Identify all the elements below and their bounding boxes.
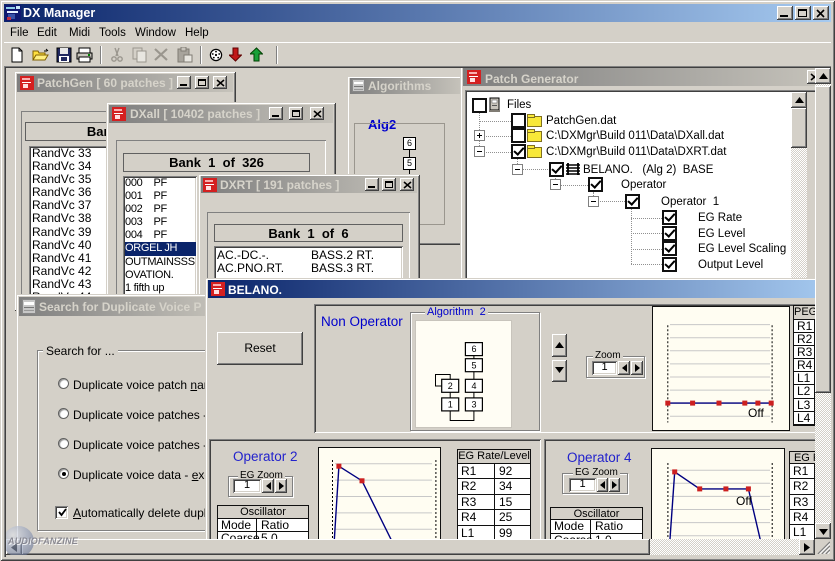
svg-text:3: 3 (471, 400, 476, 410)
svg-text:1: 1 (448, 400, 453, 410)
svg-text:2: 2 (448, 381, 453, 391)
svg-text:4: 4 (471, 381, 476, 391)
svg-text:6: 6 (471, 344, 476, 354)
svg-text:Off: Off (736, 494, 752, 508)
svg-text:Off: Off (748, 406, 764, 420)
svg-text:5: 5 (471, 360, 476, 370)
